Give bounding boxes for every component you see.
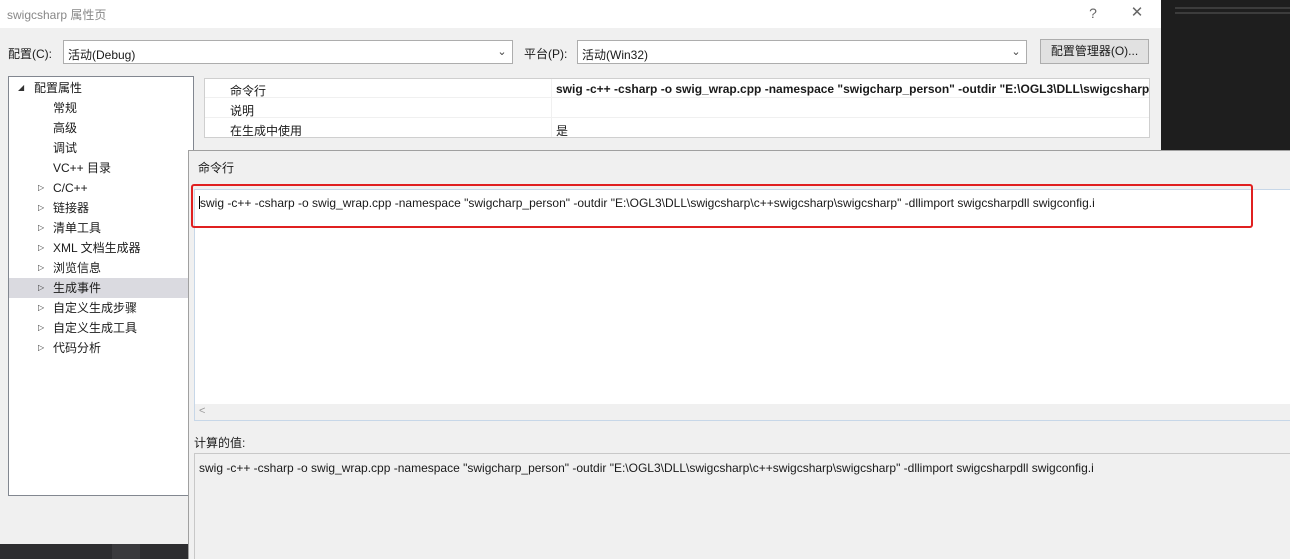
tree-item-advanced[interactable]: 高级 xyxy=(9,118,193,138)
command-line-popup: 命令行 swig -c++ -csharp -o swig_wrap.cpp -… xyxy=(188,150,1290,559)
tree-item-label: 代码分析 xyxy=(53,341,102,355)
collapsed-triangle-icon[interactable]: ▷ xyxy=(38,218,44,238)
tree-item-build-events[interactable]: ▷ 生成事件 xyxy=(9,278,193,298)
property-name: 命令行 xyxy=(230,84,267,98)
tree-item-label: 生成事件 xyxy=(53,281,102,295)
ide-toolbar-line xyxy=(1175,12,1290,14)
tree-item-custom-build-tool[interactable]: ▷ 自定义生成工具 xyxy=(9,318,193,338)
computed-value-box: swig -c++ -csharp -o swig_wrap.cpp -name… xyxy=(194,453,1290,559)
ide-toolbar-line xyxy=(1175,7,1290,9)
property-grid: 命令行 swig -c++ -csharp -o swig_wrap.cpp -… xyxy=(204,78,1150,138)
config-dropdown[interactable]: 活动(Debug) ⌄ xyxy=(63,40,513,64)
collapsed-triangle-icon[interactable]: ▷ xyxy=(38,198,44,218)
tree-item-label: 自定义生成步骤 xyxy=(53,301,138,315)
bottom-strip xyxy=(0,544,188,559)
tree-item-label: 高级 xyxy=(53,121,78,135)
tree-item-label: 链接器 xyxy=(53,201,90,215)
tree-item-vc-directories[interactable]: VC++ 目录 xyxy=(9,158,193,178)
grid-row-use-in-build[interactable]: 在生成中使用 是 xyxy=(205,119,1149,138)
collapsed-triangle-icon[interactable]: ▷ xyxy=(38,258,44,278)
scroll-left-icon[interactable]: < xyxy=(199,405,205,417)
collapsed-triangle-icon[interactable]: ▷ xyxy=(38,318,44,338)
horizontal-scrollbar[interactable]: < xyxy=(195,404,1290,420)
close-button[interactable]: ✕ xyxy=(1126,3,1148,23)
property-name: 在生成中使用 xyxy=(230,124,303,138)
tree-item-general[interactable]: 常规 xyxy=(9,98,193,118)
tree-item-manifest-tool[interactable]: ▷ 清单工具 xyxy=(9,218,193,238)
tree-item-label: 自定义生成工具 xyxy=(53,321,138,335)
config-manager-button[interactable]: 配置管理器(O)... xyxy=(1040,39,1149,64)
tree-item-label: C/C++ xyxy=(53,181,88,195)
platform-value: 活动(Win32) xyxy=(582,48,649,62)
property-name: 说明 xyxy=(230,104,255,118)
collapsed-triangle-icon[interactable]: ▷ xyxy=(38,238,44,258)
chevron-down-icon: ⌄ xyxy=(1011,46,1021,58)
tree-item-label: VC++ 目录 xyxy=(53,161,112,175)
annotation-highlight-box xyxy=(191,184,1253,228)
config-label: 配置(C): xyxy=(8,47,52,61)
platform-dropdown[interactable]: 活动(Win32) ⌄ xyxy=(577,40,1027,64)
window-title: swigcsharp 属性页 xyxy=(7,8,107,22)
property-value[interactable]: 是 xyxy=(556,122,568,137)
collapsed-triangle-icon[interactable]: ▷ xyxy=(38,298,44,318)
tree-item-xml-doc-generator[interactable]: ▷ XML 文档生成器 xyxy=(9,238,193,258)
computed-value-label: 计算的值: xyxy=(194,436,246,450)
title-bar: swigcsharp 属性页 ? ✕ xyxy=(0,0,1161,28)
property-tree[interactable]: ◢ 配置属性 常规 高级 调试 VC++ 目录 ▷ C/C++ ▷ 链接器 ▷ … xyxy=(8,76,194,496)
tree-item-code-analysis[interactable]: ▷ 代码分析 xyxy=(9,338,193,358)
grid-row-command-line[interactable]: 命令行 swig -c++ -csharp -o swig_wrap.cpp -… xyxy=(205,79,1149,98)
tree-item-label: 常规 xyxy=(53,101,78,115)
platform-label: 平台(P): xyxy=(524,47,568,61)
tree-item-label: 清单工具 xyxy=(53,221,102,235)
tree-item-browse-info[interactable]: ▷ 浏览信息 xyxy=(9,258,193,278)
collapsed-triangle-icon[interactable]: ▷ xyxy=(38,278,44,298)
tree-item-label: 调试 xyxy=(53,141,78,155)
help-button[interactable]: ? xyxy=(1082,3,1104,23)
popup-title: 命令行 xyxy=(198,161,235,175)
computed-value-text: swig -c++ -csharp -o swig_wrap.cpp -name… xyxy=(199,461,1094,475)
tree-item-config-properties[interactable]: ◢ 配置属性 xyxy=(9,78,193,98)
tree-item-linker[interactable]: ▷ 链接器 xyxy=(9,198,193,218)
strip-segment xyxy=(112,544,140,559)
tree-item-custom-build-step[interactable]: ▷ 自定义生成步骤 xyxy=(9,298,193,318)
grid-row-description[interactable]: 说明 xyxy=(205,99,1149,118)
property-value[interactable]: swig -c++ -csharp -o swig_wrap.cpp -name… xyxy=(556,82,1149,96)
tree-item-label: 浏览信息 xyxy=(53,261,102,275)
expanded-triangle-icon[interactable]: ◢ xyxy=(18,78,24,98)
tree-item-c-cpp[interactable]: ▷ C/C++ xyxy=(9,178,193,198)
tree-item-label: 配置属性 xyxy=(34,81,83,95)
config-value: 活动(Debug) xyxy=(68,48,136,62)
chevron-down-icon: ⌄ xyxy=(497,46,507,58)
tree-item-debugging[interactable]: 调试 xyxy=(9,138,193,158)
collapsed-triangle-icon[interactable]: ▷ xyxy=(38,178,44,198)
collapsed-triangle-icon[interactable]: ▷ xyxy=(38,338,44,358)
tree-item-label: XML 文档生成器 xyxy=(53,241,141,255)
